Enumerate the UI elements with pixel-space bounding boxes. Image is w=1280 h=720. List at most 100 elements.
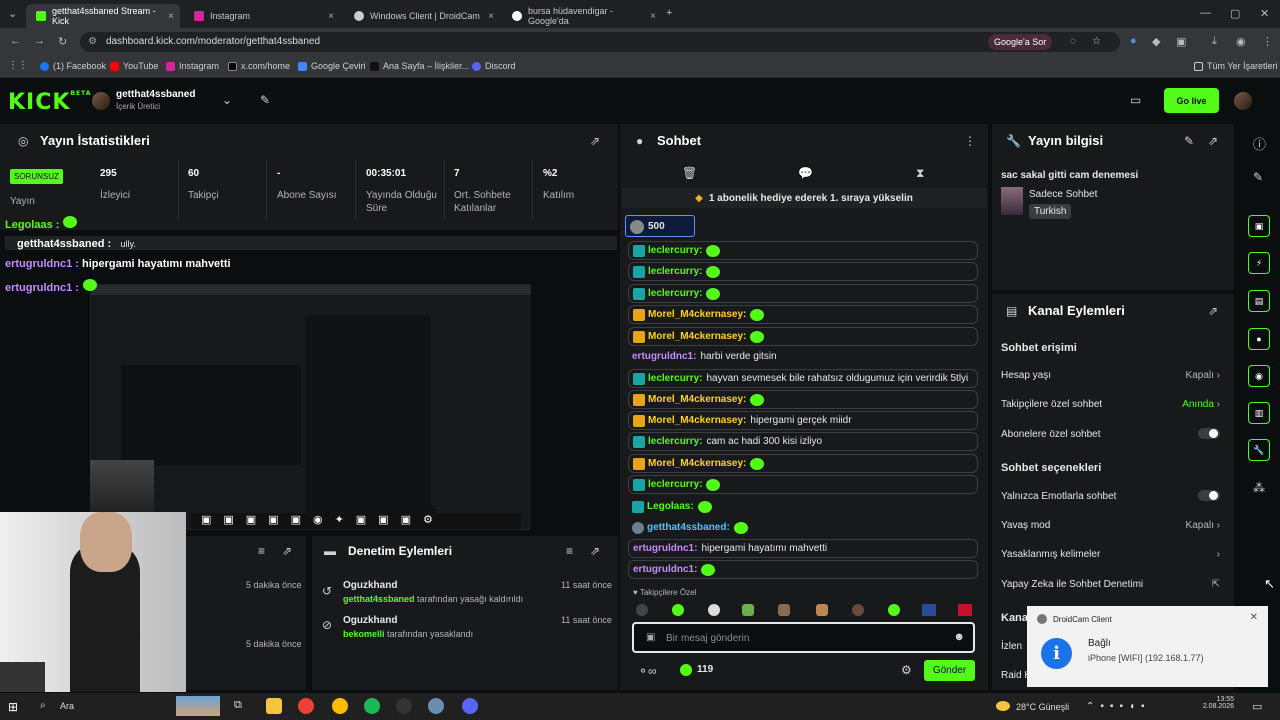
emote-icon[interactable] xyxy=(922,604,936,616)
chat-message[interactable]: Morel_M4ckernasey: hipergami gerçek miidr xyxy=(628,411,978,430)
bookmark-x[interactable]: x.com/home xyxy=(228,61,290,71)
tab-instagram[interactable]: Instagram × xyxy=(184,4,340,28)
chat-message[interactable]: ertugruldnc1: harbi verde gitsin xyxy=(628,347,978,366)
setting-account-age[interactable]: Hesap yaşı Kapalı › xyxy=(1001,370,1226,381)
toggle-switch[interactable] xyxy=(1198,490,1220,501)
setting-emote-only[interactable]: Yalnızca Emotlarla sohbet xyxy=(1001,490,1226,502)
more-icon[interactable]: ⋮ xyxy=(964,134,976,148)
emote-icon[interactable] xyxy=(778,604,790,616)
chat-message[interactable]: leclercurry: cam ac hadi 300 kisi izliyo xyxy=(628,432,978,451)
goal-badge[interactable]: 500 xyxy=(625,215,695,237)
tab-google[interactable]: bursa hüdavendigar - Google'da × xyxy=(502,4,662,28)
go-live-button[interactable]: Go live xyxy=(1164,88,1219,113)
download-icon[interactable]: ⤓ xyxy=(1212,35,1217,48)
bookmark-translate[interactable]: Google Çeviri xyxy=(298,61,366,71)
file-explorer-icon[interactable] xyxy=(266,698,282,714)
chat-input[interactable]: ▣ Bir mesaj gönderin ☻ xyxy=(632,622,975,653)
chat-message[interactable]: ertugruldnc1: hipergami hayatımı mahvetti xyxy=(628,539,978,558)
chat-message[interactable]: Legolaas: xyxy=(628,497,978,516)
forward-icon[interactable]: → xyxy=(34,35,45,47)
chat-username[interactable]: Morel_M4ckernasey: xyxy=(648,309,746,320)
chat-message[interactable]: leclercurry: xyxy=(628,475,978,494)
kick-logo[interactable]: KICKBETA xyxy=(8,90,91,115)
droidcam-taskbar-icon[interactable] xyxy=(428,698,444,714)
search-icon[interactable]: ⌕ xyxy=(40,700,46,711)
chat-bubble-icon[interactable]: 💬 xyxy=(798,166,813,180)
emoji-icon[interactable]: ☻ xyxy=(953,631,965,643)
url-field[interactable]: ⚙ dashboard.kick.com/moderator/getthat4s… xyxy=(80,32,1120,52)
filter-icon[interactable]: ≡ xyxy=(258,544,265,558)
back-icon[interactable]: ← xyxy=(10,35,21,47)
search-label[interactable]: Ara xyxy=(60,701,74,711)
emote-icon[interactable] xyxy=(742,604,754,616)
setting-followers-only[interactable]: Takipçilere özel sohbet Anında › xyxy=(1001,399,1226,410)
emote-icon[interactable] xyxy=(708,604,720,616)
spotify-icon[interactable] xyxy=(364,698,380,714)
rail-button-5[interactable]: ◉ xyxy=(1248,365,1270,387)
popout-icon[interactable]: ⇗ xyxy=(590,134,600,148)
points-count[interactable]: 119 xyxy=(697,664,713,675)
notification-icon[interactable]: ▭ xyxy=(1252,700,1262,713)
chat-username[interactable]: ertugruldnc1: xyxy=(633,564,697,575)
droidcam-toast[interactable]: DroidCam Client ✕ i Bağlı iPhone [WIFI] … xyxy=(1027,606,1268,687)
apps-icon[interactable]: ⋮⋮ xyxy=(8,60,28,71)
user-avatar[interactable] xyxy=(1234,92,1252,110)
tab-droidcam[interactable]: Windows Client | DroidCam × xyxy=(344,4,500,28)
tab-kick[interactable]: getthat4ssbaned Stream - Kick × xyxy=(26,4,180,28)
pin-icon[interactable]: ✎ xyxy=(260,93,270,107)
chat-message[interactable]: Morel_M4ckernasey: xyxy=(628,390,978,409)
emote-icon[interactable] xyxy=(672,604,684,616)
edit-icon[interactable]: ✎ xyxy=(1184,134,1194,148)
filter-icon[interactable]: ≡ xyxy=(566,544,573,558)
rail-button-1[interactable]: ▣ xyxy=(1248,215,1270,237)
extension-icon[interactable]: ● xyxy=(1130,35,1137,47)
chat-username[interactable]: Morel_M4ckernasey: xyxy=(648,415,746,426)
bookmark-discord[interactable]: Discord xyxy=(472,61,516,71)
chat-message[interactable]: leclercurry: xyxy=(628,284,978,303)
category-name[interactable]: Sadece Sohbet xyxy=(1029,189,1097,200)
chat-message[interactable]: leclercurry: xyxy=(628,241,978,260)
pencil-icon[interactable]: ✎ xyxy=(1253,170,1263,184)
close-icon[interactable]: × xyxy=(650,11,656,22)
bookmark-instagram[interactable]: Instagram xyxy=(166,61,219,71)
clock[interactable]: 13:55 2.08.2026 xyxy=(1203,696,1234,710)
chat-username[interactable]: Morel_M4ckernasey: xyxy=(648,458,746,469)
chat-message[interactable]: Morel_M4ckernasey: xyxy=(628,305,978,324)
toggle-switch[interactable] xyxy=(1198,428,1220,439)
emote-icon[interactable] xyxy=(888,604,900,616)
mod-user[interactable]: Oguzkhand xyxy=(343,615,397,626)
tag-chip[interactable]: Turkish xyxy=(1029,204,1072,219)
popout-icon[interactable]: ⇗ xyxy=(1208,304,1218,318)
chat-username[interactable]: leclercurry: xyxy=(648,436,702,447)
tray-icons[interactable]: ⌃▪▪▪◖▪ xyxy=(1086,701,1151,712)
window-close-icon[interactable]: ✕ xyxy=(1260,7,1269,20)
close-icon[interactable]: × xyxy=(168,11,174,22)
infinity-icon[interactable]: ⚬∞ xyxy=(638,664,657,678)
chat-username[interactable]: ertugruldnc1: xyxy=(633,543,697,554)
reload-icon[interactable]: ↻ xyxy=(58,35,67,48)
share-icon[interactable]: ⁂ xyxy=(1253,481,1265,495)
bookmark-facebook[interactable]: (1) Facebook xyxy=(40,61,106,71)
chat-settings-icon[interactable]: ⚙ xyxy=(901,663,912,677)
setting-subscribers-only[interactable]: Abonelere özel sohbet xyxy=(1001,428,1226,440)
bookmark-youtube[interactable]: YouTube xyxy=(110,61,158,71)
chat-message[interactable]: getthat4ssbaned: xyxy=(628,518,978,537)
stream-manager-icon[interactable]: ▭ xyxy=(1130,93,1141,107)
chat-username[interactable]: leclercurry: xyxy=(648,373,702,384)
chat-username[interactable]: getthat4ssbaned: xyxy=(647,522,730,533)
emote-icon[interactable] xyxy=(958,604,972,616)
discord-icon[interactable] xyxy=(462,698,478,714)
rail-button-2[interactable]: ⚡ xyxy=(1248,252,1270,274)
rail-button-6[interactable]: ▥ xyxy=(1248,402,1270,424)
hourglass-icon[interactable]: ⧗ xyxy=(916,166,924,181)
popout-icon[interactable]: ⇗ xyxy=(1208,134,1218,148)
chrome-icon[interactable] xyxy=(332,698,348,714)
setting-banned-words[interactable]: Yasaklanmış kelimeler › xyxy=(1001,549,1226,560)
site-info-icon[interactable]: ⚙ xyxy=(88,32,97,52)
close-icon[interactable]: × xyxy=(328,11,334,22)
trash-icon[interactable]: 🗑 xyxy=(682,166,697,180)
chat-username[interactable]: ertugruldnc1: xyxy=(632,351,696,362)
chat-message[interactable]: leclercurry: xyxy=(628,262,978,281)
send-button[interactable]: Gönder xyxy=(924,660,975,681)
new-tab-icon[interactable]: + xyxy=(666,7,672,19)
